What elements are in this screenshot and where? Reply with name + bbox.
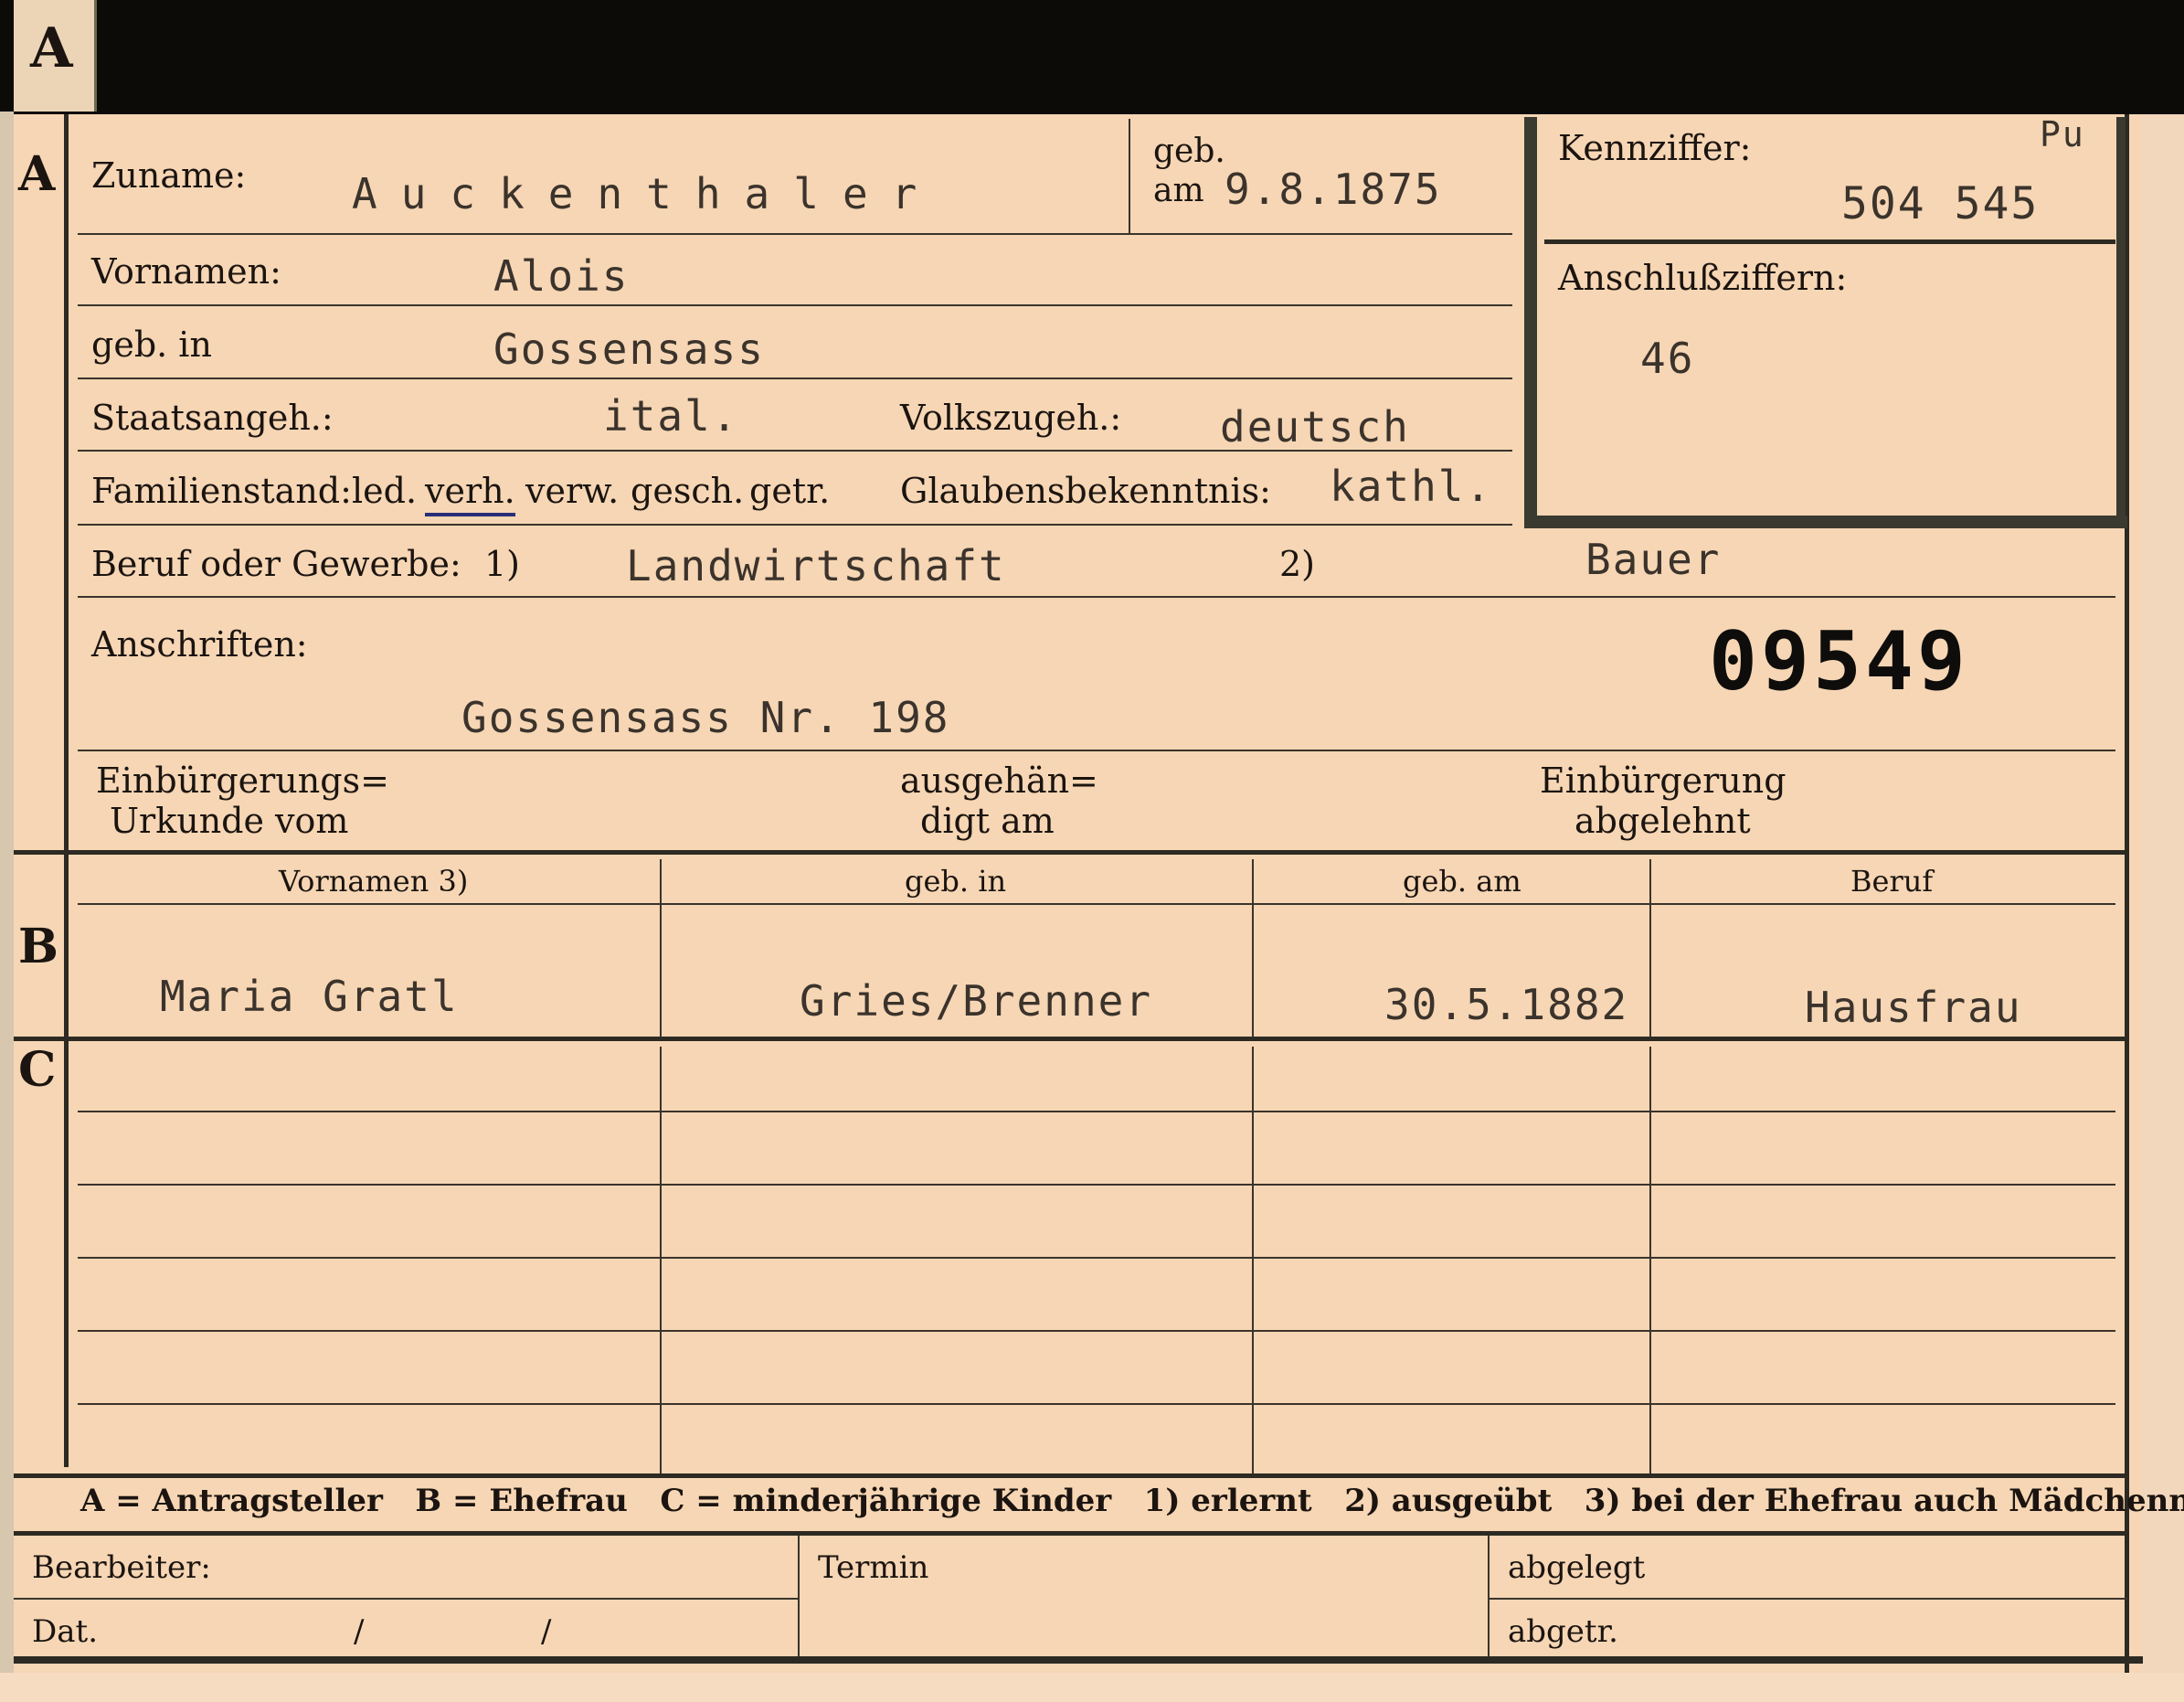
- geb-in-value: Gossensass: [493, 324, 765, 374]
- section-a-letter: A: [18, 146, 56, 202]
- staatsangeh-value: ital.: [603, 391, 739, 441]
- c-row-line-1: [78, 1111, 2115, 1112]
- familienstand-label: Familienstand:: [91, 471, 352, 511]
- vornamen-value: Alois: [493, 251, 630, 301]
- section-b-letter: B: [18, 919, 58, 974]
- anschriften-row-line: [78, 750, 2115, 751]
- geb-in-row-line: [78, 378, 1512, 379]
- vornamen-row-line: [78, 304, 1512, 306]
- footer-abgelegt: abgelegt: [1508, 1549, 1646, 1586]
- b-col-divider-1: [660, 859, 662, 1037]
- section-c-letter: C: [18, 1042, 57, 1098]
- b-beruf-value: Hausfrau: [1805, 983, 2022, 1032]
- ausgehaendigt-line-2: digt am: [920, 801, 1055, 841]
- stamp-number: 09549: [1709, 614, 1969, 708]
- geb-in-label: geb. in: [91, 324, 212, 365]
- einb-abgelehnt-line-1: Einbürgerung: [1540, 761, 1786, 801]
- beruf-value-erlernt: Landwirtschaft: [626, 541, 1006, 590]
- card-left-edge: [0, 112, 14, 1702]
- card-bottom-edge: [0, 1673, 2184, 1702]
- section-c-bottom-line: [14, 1473, 2129, 1478]
- beruf-label: Beruf oder Gewerbe:: [91, 544, 461, 584]
- c-row-line-4: [78, 1330, 2115, 1332]
- kennziffer-label: Kennziffer:: [1558, 128, 1752, 168]
- familienstand-row-line: [78, 524, 1512, 526]
- b-header-line: [78, 903, 2115, 905]
- footer-date-slash-1: /: [354, 1613, 365, 1650]
- footer-abgetr: abgetr.: [1508, 1613, 1618, 1650]
- kennziffer-box-bottom: [1524, 516, 2127, 528]
- footer-date-slash-2: /: [541, 1613, 552, 1650]
- kennziffer-box-right: [2116, 117, 2126, 528]
- beruf-footnote-2: 2): [1279, 544, 1316, 584]
- b-vornamen-value: Maria Gratl: [160, 972, 459, 1021]
- b-geb-am-value: 30.5.1882: [1384, 980, 1629, 1029]
- section-a-bottom-line: [14, 850, 2129, 855]
- geb-am-value: 9.8.1875: [1225, 165, 1442, 214]
- anschriften-label: Anschriften:: [91, 624, 308, 665]
- einb-abgelehnt-label: Einbürgerung abgelehnt: [1540, 761, 1786, 841]
- left-margin-line: [64, 114, 69, 1467]
- familienstand-option-verh-selected: verh.: [425, 471, 515, 516]
- card-right-edge: [2142, 114, 2184, 1702]
- footer-dat: Dat.: [32, 1613, 99, 1650]
- b-header-geb-am: geb. am: [1403, 864, 1521, 899]
- ausgehaendigt-line-1: ausgehän=: [900, 761, 1098, 801]
- b-col-divider-2: [1252, 859, 1254, 1037]
- anschluss-label: Anschlußziffern:: [1558, 258, 1848, 298]
- b-header-beruf: Beruf: [1850, 864, 1934, 899]
- b-geb-in-value: Gries/Brenner: [800, 976, 1153, 1026]
- glaubens-label: Glaubensbekenntnis:: [900, 471, 1271, 511]
- volkszugeh-value: deutsch: [1220, 402, 1410, 452]
- footer-divider-2: [1488, 1536, 1490, 1656]
- familienstand-option-led: led.: [352, 471, 418, 511]
- c-row-line-5: [78, 1403, 2115, 1405]
- familienstand-option-verw: verw.: [525, 471, 620, 511]
- familienstand-option-gesch: gesch.: [631, 471, 745, 511]
- kennziffer-mark: Pu: [2040, 114, 2085, 154]
- c-row-line-2: [78, 1184, 2115, 1186]
- footer-abgelegt-line: [1488, 1598, 2127, 1600]
- staatsangeh-label: Staatsangeh.:: [91, 398, 334, 438]
- beruf-row-line: [78, 596, 2115, 598]
- einb-urkunde-label: Einbürgerungs= Urkunde vom: [96, 761, 389, 841]
- beruf-footnote-1: 1): [484, 544, 521, 584]
- footer-termin: Termin: [818, 1549, 929, 1586]
- anschriften-value: Gossensass Nr. 198: [461, 693, 950, 742]
- kennziffer-box-left: [1524, 117, 1537, 528]
- zuname-label: Zuname:: [91, 155, 247, 196]
- einb-urkunde-line-2: Urkunde vom: [110, 801, 349, 841]
- ausgehaendigt-label: ausgehän= digt am: [900, 761, 1098, 841]
- footer-bearbeiter: Bearbeiter:: [32, 1549, 211, 1586]
- b-col-divider-3: [1649, 859, 1651, 1037]
- zuname-value: Auckenthaler: [352, 169, 941, 218]
- kennziffer-value: 504 545: [1841, 178, 2040, 229]
- tab-letter-a: A: [30, 16, 73, 80]
- geb-am-divider: [1129, 119, 1130, 233]
- beruf-value-ausgeuebt: Bauer: [1585, 535, 1722, 584]
- b-header-vornamen: Vornamen 3): [279, 864, 469, 899]
- c-row-line-3: [78, 1257, 2115, 1259]
- card-bottom-line: [14, 1656, 2143, 1664]
- footer-bearbeiter-line: [14, 1598, 798, 1600]
- section-b-bottom-line: [14, 1037, 2129, 1041]
- kennziffer-divider: [1544, 239, 2115, 244]
- zuname-row-line: [78, 233, 1512, 235]
- footer-divider-1: [798, 1536, 800, 1656]
- familienstand-option-getr: getr.: [749, 471, 831, 511]
- staatsangeh-row-line: [78, 450, 1512, 452]
- einb-urkunde-line-1: Einbürgerungs=: [96, 761, 389, 801]
- glaubens-value: kathl.: [1330, 462, 1493, 511]
- b-header-geb-in: geb. in: [905, 864, 1007, 899]
- geb-am-label-1: geb.: [1153, 133, 1225, 170]
- index-tab: A: [14, 0, 97, 112]
- vornamen-label: Vornamen:: [91, 251, 281, 292]
- legend-bottom-line: [14, 1531, 2129, 1536]
- geb-am-label-2: am: [1153, 172, 1204, 209]
- anschluss-value: 46: [1640, 334, 1695, 383]
- einb-abgelehnt-line-2: abgelehnt: [1574, 801, 1751, 841]
- legend-text: A = Antragsteller B = Ehefrau C = minder…: [80, 1483, 2184, 1519]
- volkszugeh-label: Volkszugeh.:: [900, 398, 1122, 438]
